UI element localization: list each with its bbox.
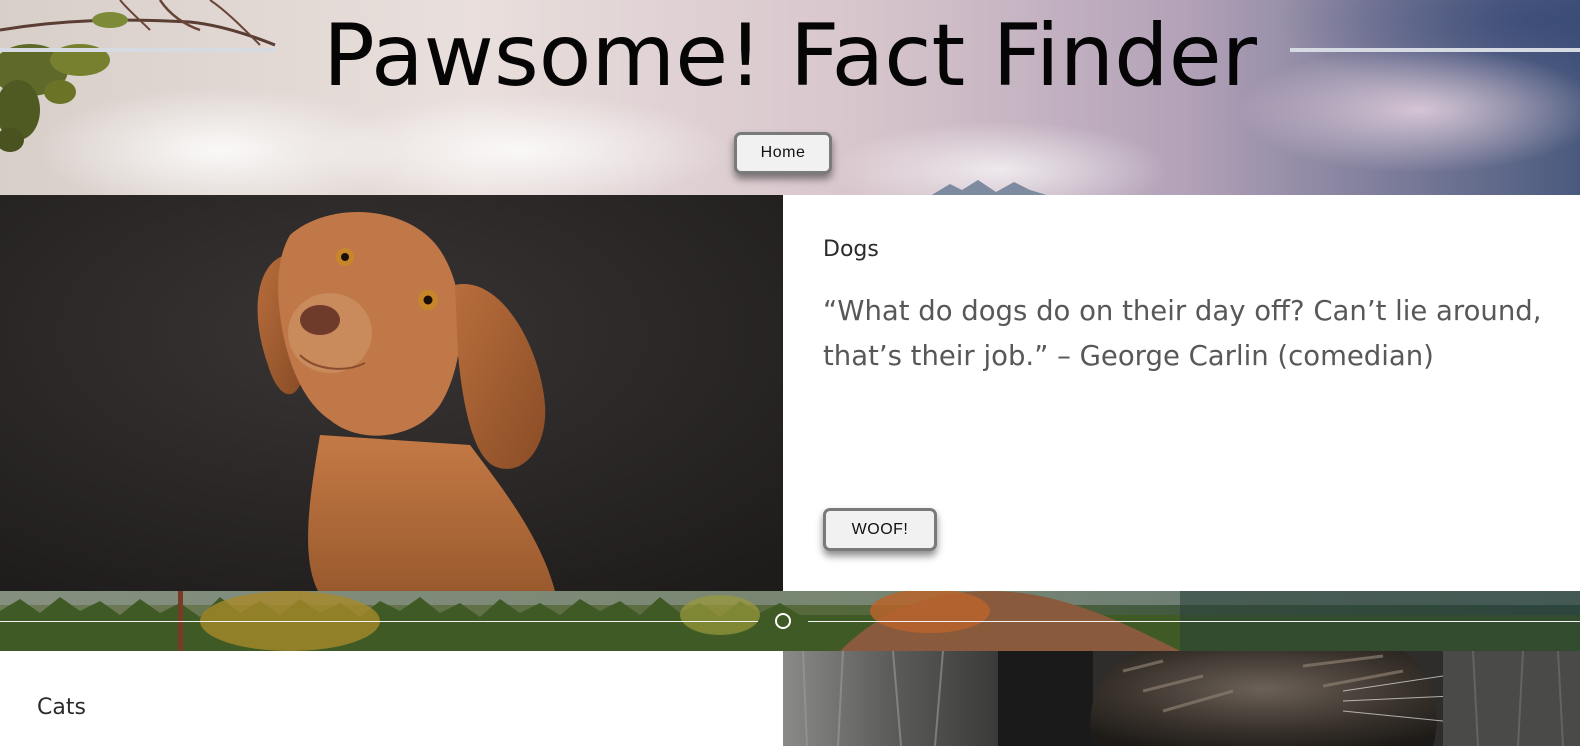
divider-rule-right bbox=[808, 621, 1580, 622]
dogs-heading: Dogs bbox=[823, 237, 879, 262]
home-button[interactable]: Home bbox=[734, 132, 832, 174]
dog-quote: “What do dogs do on their day off? Can’t… bbox=[823, 295, 1542, 372]
dogs-card: Dogs “What do dogs do on their day off? … bbox=[783, 195, 1580, 591]
cat-photo bbox=[783, 651, 1580, 746]
cats-card: Cats bbox=[0, 651, 783, 746]
forest-divider bbox=[0, 591, 1580, 651]
dog-photo bbox=[0, 195, 783, 591]
mountain-peaks bbox=[931, 180, 1047, 195]
page-title: Pawsome! Fact Finder bbox=[322, 6, 1258, 106]
cats-heading: Cats bbox=[37, 695, 86, 720]
woof-button[interactable]: WOOF! bbox=[823, 508, 937, 551]
site-header: Pawsome! Fact Finder Home bbox=[0, 0, 1580, 195]
divider-circle-icon bbox=[775, 613, 791, 629]
divider-rule-left bbox=[0, 621, 758, 622]
